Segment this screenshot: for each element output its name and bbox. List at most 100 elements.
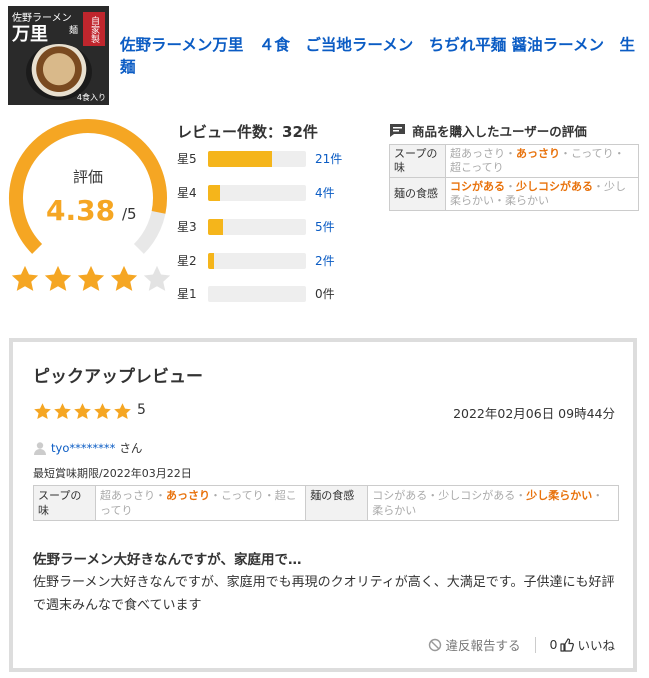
distribution-star-label: 星5 — [177, 152, 197, 166]
buyer-eval-heading-text: 商品を購入したユーザーの評価 — [412, 124, 587, 139]
distribution-count-link[interactable]: 4件 — [315, 184, 335, 201]
distribution-row[interactable]: 星3 5件 — [177, 216, 357, 236]
rating-max: /5 — [122, 205, 137, 223]
like-label: いいね — [577, 638, 615, 653]
comment-icon — [390, 124, 405, 137]
review-actions: 違反報告する 0 いいね — [428, 635, 615, 654]
eval-option: 柔らかい — [505, 194, 549, 207]
star-filled-icon — [77, 265, 105, 291]
eval-option: 超こってり — [450, 161, 504, 174]
distribution-row: 星1 0件 — [177, 283, 357, 303]
eval-values: 超あっさり・あっさり・こってり・超こってり — [445, 144, 639, 178]
eval-separator: ・ — [505, 180, 516, 193]
eval-values: コシがある・少しコシがある・少し柔らかい・柔らかい — [445, 177, 639, 211]
star-empty-icon — [143, 265, 171, 291]
thumbs-up-icon — [560, 637, 575, 652]
star-filled-icon — [11, 265, 39, 291]
eval-option: 超あっさり — [100, 489, 155, 502]
distribution-count-link: 0件 — [315, 287, 335, 301]
rating-label: 評価 — [72, 168, 103, 186]
eval-option: こってり — [221, 489, 264, 502]
product-header: 佐野ラーメン 万里 自家製麺 4食入り 佐野ラーメン万里 ４食 ご当地ラーメン … — [8, 6, 643, 106]
like-count: 0 — [549, 637, 558, 652]
eval-option-selected: 少しコシがある — [516, 180, 593, 193]
report-button[interactable]: 違反報告する — [428, 635, 521, 654]
eval-option: こってり — [571, 147, 614, 160]
eval-option-selected: コシがある — [450, 180, 505, 193]
eval-values: 超あっさり・あっさり・こってり・超こってり — [94, 485, 307, 521]
eval-separator: ・ — [560, 147, 571, 160]
eval-option-selected: 少し柔らかい — [526, 489, 593, 502]
reviewer-name[interactable]: tyo******** — [51, 441, 115, 455]
review-body: 佐野ラーメン大好きなんですが、家庭用でも再現のクオリティが高く、大満足です。子供… — [33, 575, 615, 613]
star-filled-icon — [110, 265, 138, 291]
star-filled-icon — [94, 403, 111, 420]
eval-separator: ・ — [613, 147, 625, 160]
eval-separator: ・ — [210, 489, 221, 502]
star-filled-icon — [34, 403, 51, 420]
eval-separator: ・ — [263, 489, 275, 502]
distribution-bar-track — [208, 185, 306, 201]
eval-option: コシがある — [372, 489, 428, 502]
eval-separator: ・ — [494, 194, 505, 207]
distribution-bar-track — [208, 286, 306, 302]
review-score: 5 — [137, 402, 146, 418]
review-eval-table: スープの味 超あっさり・あっさり・こってり・超こってり 麺の食感 コシがある・少しコシ… — [33, 485, 619, 521]
eval-separator: ・ — [505, 147, 516, 160]
eval-separator: ・ — [515, 489, 527, 502]
review-stars — [33, 402, 132, 421]
star-filled-icon — [54, 403, 71, 420]
eval-separator: ・ — [427, 489, 439, 502]
distribution-row[interactable]: 星2 2件 — [177, 250, 357, 270]
rating-gauge: 評価 4.38 /5 — [8, 118, 168, 278]
prohibit-icon — [428, 638, 441, 651]
distribution-count-link[interactable]: 21件 — [315, 150, 342, 167]
eval-separator: ・ — [593, 180, 604, 193]
eval-option: 柔らかい — [372, 504, 417, 517]
distribution-bar-fill — [208, 219, 224, 235]
review-count-title: レビュー件数：32件 — [177, 123, 318, 141]
product-image[interactable]: 佐野ラーメン 万里 自家製麺 4食入り — [8, 6, 109, 105]
image-brand-big: 万里 — [12, 24, 48, 45]
eval-key: スープの味 — [389, 144, 446, 178]
distribution-bar-fill — [208, 253, 215, 269]
eval-separator: ・ — [155, 489, 166, 502]
product-title-link[interactable]: 佐野ラーメン万里 ４食 ご当地ラーメン ちぢれ平麺 醤油ラーメン 生麺 — [120, 34, 640, 78]
distribution-star-label: 星1 — [177, 287, 197, 301]
eval-key: 麺の食感 — [305, 485, 369, 521]
review-headline: 佐野ラーメン大好きなんですが、家庭用で… — [33, 552, 302, 568]
rating-score: 4.38 — [46, 194, 116, 227]
eval-key: 麺の食感 — [389, 177, 446, 211]
distribution-bar-fill — [208, 151, 273, 167]
eval-option: 超あっさり — [450, 147, 505, 160]
eval-option-selected: あっさり — [166, 489, 210, 502]
star-filled-icon — [114, 403, 131, 420]
star-filled-icon — [44, 265, 72, 291]
eval-values: コシがある・少しコシがある・少し柔らかい・柔らかい — [367, 485, 619, 521]
eval-option-selected: あっさり — [516, 147, 560, 160]
distribution-row[interactable]: 星4 4件 — [177, 182, 357, 202]
distribution-bar-track — [208, 151, 306, 167]
distribution-bar-track — [208, 219, 306, 235]
distribution-count-link[interactable]: 5件 — [315, 218, 335, 235]
buyer-eval-table: スープの味 超あっさり・あっさり・こってり・超こってり 麺の食感 コシがある・少しコシ… — [389, 144, 639, 211]
distribution-row[interactable]: 星5 21件 — [177, 148, 357, 168]
review-date: 2022年02月06日 09時44分 — [453, 406, 615, 421]
reviewer: tyo******** さん — [33, 440, 142, 456]
eval-key: スープの味 — [33, 485, 96, 521]
distribution-star-label: 星3 — [177, 220, 197, 234]
buyer-eval-heading: 商品を購入したユーザーの評価 — [389, 121, 587, 140]
distribution-count-link[interactable]: 2件 — [315, 252, 335, 269]
image-stamp: 自家製麺 — [67, 12, 105, 46]
reviewer-suffix: さん — [119, 441, 143, 455]
eval-separator: ・ — [592, 489, 604, 502]
eval-option: 少しコシがある — [438, 489, 516, 502]
user-icon — [34, 442, 46, 455]
pickup-title: ピックアップレビュー — [33, 367, 203, 387]
distribution-bar-track — [208, 253, 306, 269]
distribution-star-label: 星4 — [177, 186, 197, 200]
pickup-review: ピックアップレビュー 5 2022年02月06日 09時44分 tyo*****… — [9, 338, 637, 672]
star-filled-icon — [74, 403, 91, 420]
like-button[interactable]: 0 いいね — [550, 635, 615, 654]
actions-divider — [534, 636, 536, 653]
